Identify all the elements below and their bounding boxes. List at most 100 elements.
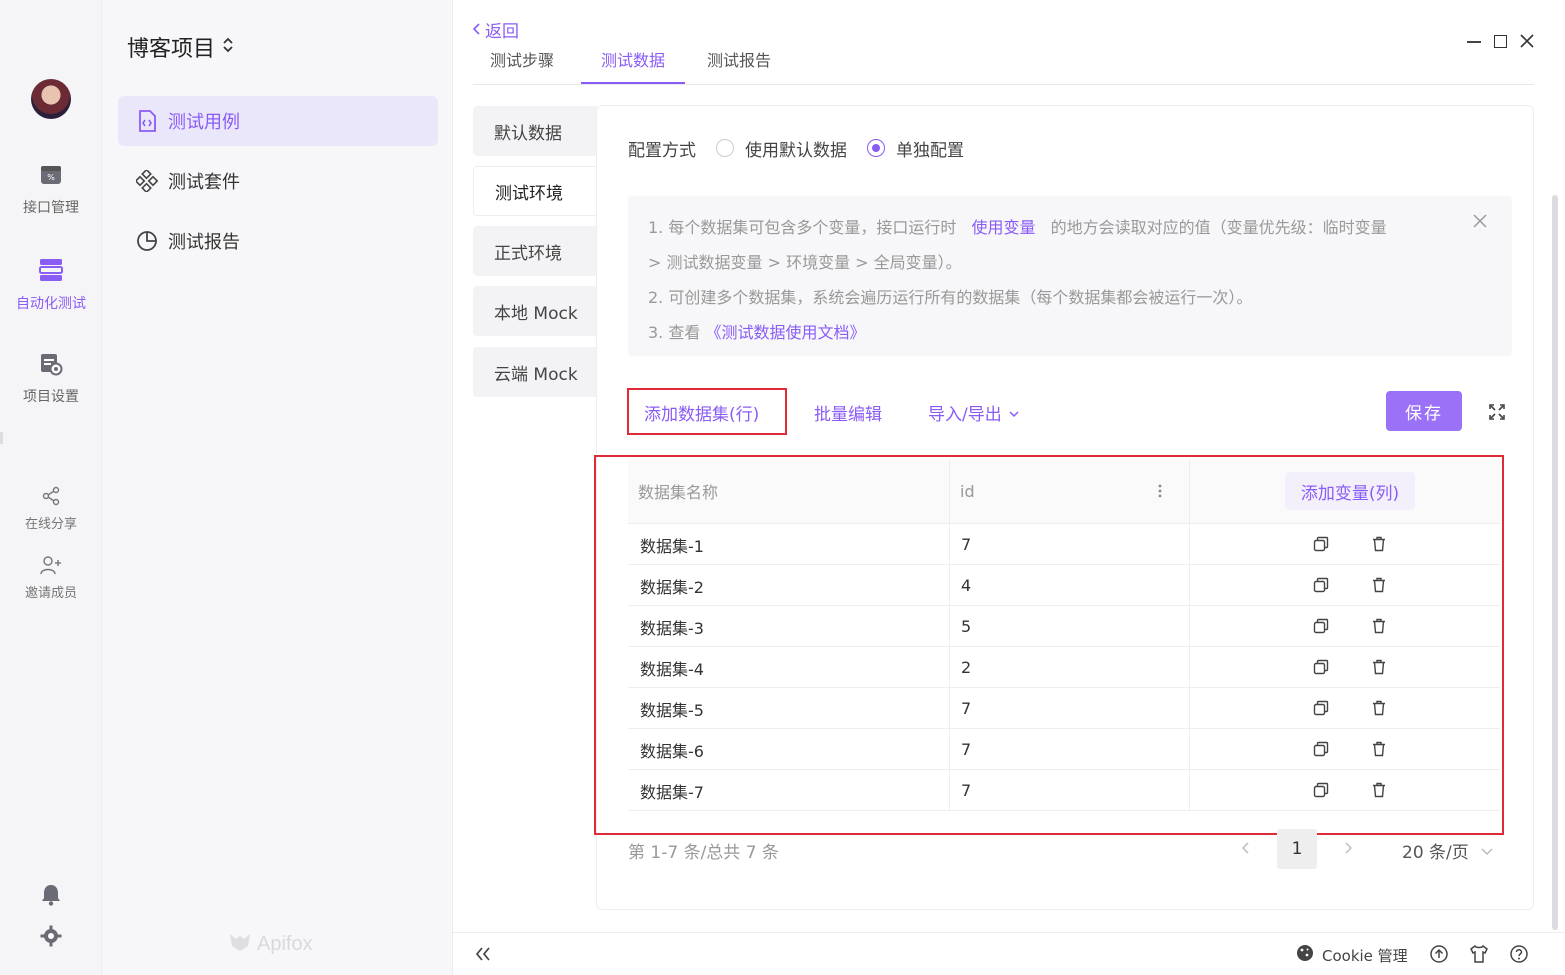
shirt-icon[interactable] xyxy=(1469,944,1489,967)
bottom-bar: Cookie 管理 xyxy=(453,932,1565,975)
chevron-updown-icon xyxy=(223,37,233,57)
tab-test-steps[interactable]: 测试步骤 xyxy=(490,44,554,84)
sidebar-item-test-reports[interactable]: 测试报告 xyxy=(118,216,438,266)
collapse-sidebar-icon[interactable] xyxy=(475,947,491,965)
notice-text: 的地方会读取对应的值（变量优先级：临时变量 xyxy=(1050,218,1387,237)
env-label: 本地 Mock xyxy=(494,303,578,324)
tab-label: 测试步骤 xyxy=(490,51,555,70)
notice-line-4: 3. 查看 《测试数据使用文档》 xyxy=(648,319,865,343)
sidebar-item-test-suites[interactable]: 测试套件 xyxy=(118,156,438,206)
radio-default-label: 使用默认数据 xyxy=(745,140,847,161)
batch-edit-button[interactable]: 批量编辑 xyxy=(814,400,882,425)
env-label: 默认数据 xyxy=(494,123,562,144)
cookie-label: Cookie 管理 xyxy=(1322,946,1408,965)
env-label: 云端 Mock xyxy=(494,364,578,385)
code-file-icon xyxy=(136,110,158,132)
tab-test-report[interactable]: 测试报告 xyxy=(707,44,771,84)
minimize-icon[interactable] xyxy=(1467,41,1481,43)
use-variables-link[interactable]: 使用变量 xyxy=(971,218,1035,237)
sidebar-item-label: 测试套件 xyxy=(168,172,240,193)
tab-label: 测试数据 xyxy=(600,51,665,70)
rail-item-label: 邀请成员 xyxy=(24,586,77,601)
save-button[interactable]: 保存 xyxy=(1386,391,1462,431)
pagination-summary: 第 1-7 条/总共 7 条 xyxy=(628,843,779,863)
project-switcher[interactable]: 博客项目 xyxy=(127,32,233,62)
apifox-logo-icon xyxy=(228,930,252,958)
close-notice-icon[interactable] xyxy=(1473,214,1487,232)
notice-line-1: 1. 每个数据集可包含多个变量，接口运行时 使用变量 的地方会读取对应的值（变量… xyxy=(648,214,1387,238)
page-size-select[interactable]: 20 条/页 xyxy=(1402,838,1493,863)
sidebar-item-label: 测试用例 xyxy=(168,112,240,133)
notice-text: 3. 查看 xyxy=(648,323,701,342)
notice-line-2: > 测试数据变量 > 环境变量 > 全局变量）。 xyxy=(648,253,962,272)
brand-logo: Apifox xyxy=(228,930,313,958)
upload-icon[interactable] xyxy=(1430,945,1448,967)
sidebar-item-test-cases[interactable]: 测试用例 xyxy=(118,96,438,146)
tab-label: 测试报告 xyxy=(707,51,772,70)
left-rail: % 接口管理 自动化测试 项目设置 在线分享 邀请成员 xyxy=(0,0,102,975)
components-icon xyxy=(136,170,158,192)
env-item-local-mock[interactable]: 本地 Mock xyxy=(473,286,597,336)
scrollbar-thumb[interactable] xyxy=(1552,195,1558,930)
settings-file-icon xyxy=(0,352,102,380)
svg-text:%: % xyxy=(47,173,55,182)
api-icon: % xyxy=(0,163,102,191)
page-number-label: 1 xyxy=(1291,839,1303,859)
share-icon xyxy=(0,486,102,510)
env-label: 测试环境 xyxy=(495,183,563,204)
env-item-prod[interactable]: 正式环境 xyxy=(473,226,597,276)
notice-box: 1. 每个数据集可包含多个变量，接口运行时 使用变量 的地方会读取对应的值（变量… xyxy=(628,196,1512,356)
rail-item-project-settings[interactable]: 项目设置 xyxy=(0,352,102,406)
chevron-down-icon xyxy=(1481,841,1493,861)
import-export-button[interactable]: 导入/导出 xyxy=(928,400,1019,425)
gear-icon[interactable] xyxy=(40,925,62,951)
rail-item-label: 在线分享 xyxy=(24,517,77,532)
sidebar-item-label: 测试报告 xyxy=(168,232,240,253)
rail-item-api[interactable]: % 接口管理 xyxy=(0,163,102,217)
radio-default-data[interactable] xyxy=(716,139,734,157)
rail-item-label: 自动化测试 xyxy=(16,296,86,312)
main-panel: 返回 测试步骤 测试数据 测试报告 默认数据 测试环境 正式环境 本地 Mock… xyxy=(453,0,1565,932)
pie-chart-icon xyxy=(136,230,158,252)
cookie-manager[interactable]: Cookie 管理 xyxy=(1296,944,1408,966)
env-item-test[interactable]: 测试环境 xyxy=(473,166,597,216)
rail-item-automation[interactable]: 自动化测试 xyxy=(0,257,102,313)
test-data-docs-link[interactable]: 《测试数据使用文档》 xyxy=(705,323,865,342)
close-window-icon[interactable] xyxy=(1519,33,1535,53)
rail-item-label: 接口管理 xyxy=(23,200,79,216)
prev-page-icon[interactable] xyxy=(1241,842,1250,858)
rail-item-label: 项目设置 xyxy=(23,389,79,405)
back-link[interactable]: 返回 xyxy=(472,17,519,42)
tabs-divider xyxy=(473,84,1534,85)
env-label: 正式环境 xyxy=(494,243,562,264)
notice-text: 1. 每个数据集可包含多个变量，接口运行时 xyxy=(648,218,957,237)
save-label: 保存 xyxy=(1405,403,1443,424)
next-page-icon[interactable] xyxy=(1344,842,1353,858)
config-mode-label: 配置方式 xyxy=(628,140,696,161)
rail-item-invite[interactable]: 邀请成员 xyxy=(0,555,102,601)
page-size-label: 20 条/页 xyxy=(1402,843,1469,863)
avatar[interactable] xyxy=(31,79,71,119)
rail-divider xyxy=(0,432,3,444)
radio-custom-label: 单独配置 xyxy=(896,140,964,161)
fullscreen-icon[interactable] xyxy=(1489,404,1505,424)
tab-test-data[interactable]: 测试数据 xyxy=(581,44,685,84)
back-label: 返回 xyxy=(485,22,519,42)
page-number-current[interactable]: 1 xyxy=(1277,829,1317,869)
import-export-label: 导入/导出 xyxy=(928,405,1002,425)
add-dataset-button[interactable]: 添加数据集(行) xyxy=(644,400,759,425)
rail-item-share[interactable]: 在线分享 xyxy=(0,486,102,532)
help-icon[interactable] xyxy=(1510,945,1528,967)
table-highlight xyxy=(594,455,1504,835)
env-item-default[interactable]: 默认数据 xyxy=(473,106,597,156)
maximize-icon[interactable] xyxy=(1494,35,1507,48)
config-mode-row: 配置方式 使用默认数据 单独配置 xyxy=(628,136,964,161)
notice-line-3: 2. 可创建多个数据集，系统会遍历运行所有的数据集（每个数据集都会被运行一次）。 xyxy=(648,288,1253,307)
notification-bell-icon[interactable] xyxy=(41,884,61,910)
cookie-icon xyxy=(1296,944,1314,966)
invite-icon xyxy=(0,555,102,579)
env-item-cloud-mock[interactable]: 云端 Mock xyxy=(473,347,597,397)
radio-custom-config[interactable] xyxy=(867,139,885,157)
automation-icon xyxy=(0,257,102,287)
brand-name: Apifox xyxy=(257,932,313,955)
